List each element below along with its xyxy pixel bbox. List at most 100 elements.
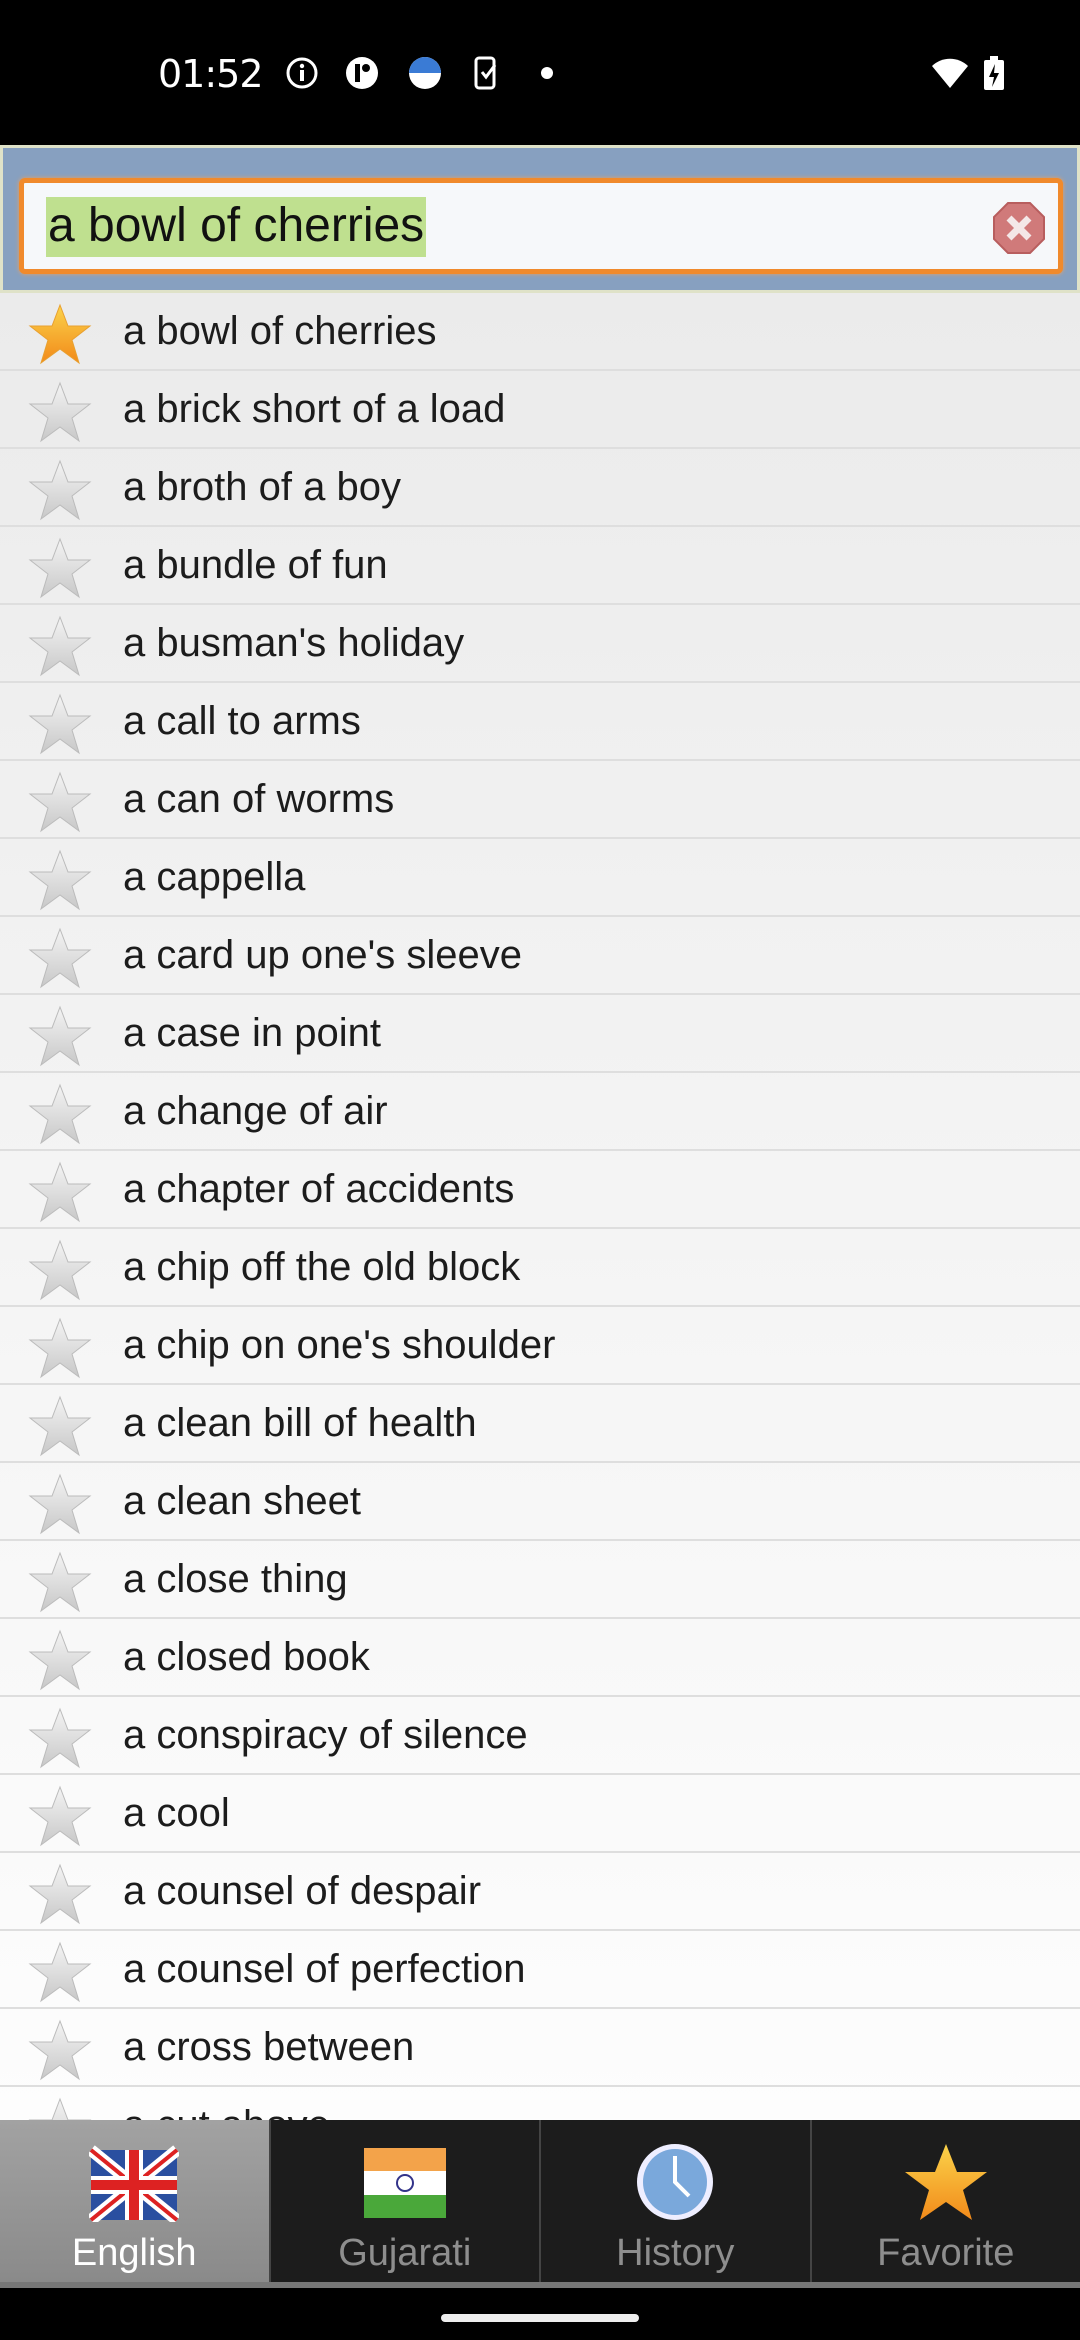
home-indicator[interactable] [441, 2314, 639, 2322]
tab-label: Favorite [877, 2232, 1015, 2274]
phrase-label: a chapter of accidents [123, 1167, 515, 1211]
phrase-label: a cross between [123, 2025, 415, 2069]
phrase-label: a conspiracy of silence [123, 1713, 528, 1757]
phrase-label: a close thing [123, 1557, 348, 1601]
list-item[interactable]: a chapter of accidents [0, 1151, 1080, 1229]
star-outline-icon[interactable] [28, 771, 92, 835]
wifi-icon [932, 58, 968, 88]
phrase-label: a change of air [123, 1089, 388, 1133]
phone-check-icon [474, 56, 497, 90]
star-outline-icon[interactable] [28, 1863, 92, 1927]
tab-english[interactable]: English [0, 2120, 271, 2282]
tab-label: English [71, 2232, 197, 2274]
tab-history[interactable]: History [541, 2120, 812, 2282]
phrase-label: a clean sheet [123, 1479, 361, 1523]
star-outline-icon[interactable] [28, 381, 92, 445]
star-outline-icon[interactable] [28, 1941, 92, 2005]
list-item[interactable]: a bundle of fun [0, 527, 1080, 605]
dot-icon [541, 67, 553, 79]
star-outline-icon[interactable] [28, 1785, 92, 1849]
phrase-label: a bundle of fun [123, 543, 388, 587]
list-item[interactable]: a chip on one's shoulder [0, 1307, 1080, 1385]
star-outline-icon[interactable] [28, 1005, 92, 1069]
phrase-label: a call to arms [123, 699, 361, 743]
search-input[interactable]: a bowl of cherries [19, 178, 1063, 274]
phrase-label: a closed book [123, 1635, 370, 1679]
star-outline-icon[interactable] [28, 1629, 92, 1693]
phrase-label: a counsel of despair [123, 1869, 482, 1913]
bottom-nav: English Gujarati History Favorite [0, 2120, 1080, 2288]
clock-icon [637, 2144, 714, 2220]
list-item[interactable]: a closed book [0, 1619, 1080, 1697]
phrase-label: a cappella [123, 855, 306, 899]
list-item[interactable]: a clean sheet [0, 1463, 1080, 1541]
list-item[interactable]: a can of worms [0, 761, 1080, 839]
star-outline-icon[interactable] [28, 1473, 92, 1537]
list-item[interactable]: a counsel of despair [0, 1853, 1080, 1931]
list-item[interactable]: a clean bill of health [0, 1385, 1080, 1463]
star-outline-icon[interactable] [28, 1161, 92, 1225]
star-outline-icon[interactable] [28, 1707, 92, 1771]
list-item[interactable]: a card up one's sleeve [0, 917, 1080, 995]
list-item[interactable]: a cappella [0, 839, 1080, 917]
star-outline-icon[interactable] [28, 2019, 92, 2083]
phrase-label: a case in point [123, 1011, 381, 1055]
phrase-label: a card up one's sleeve [123, 933, 523, 977]
phrase-label: a chip off the old block [123, 1245, 521, 1289]
list-item[interactable]: a busman's holiday [0, 605, 1080, 683]
star-outline-icon[interactable] [28, 537, 92, 601]
phrase-list[interactable]: a bowl of cherries a brick short of a loa… [0, 293, 1080, 2120]
list-item[interactable]: a close thing [0, 1541, 1080, 1619]
phrase-label: a brick short of a load [123, 387, 506, 431]
clear-icon[interactable] [992, 201, 1046, 255]
list-item[interactable]: a change of air [0, 1073, 1080, 1151]
list-item[interactable]: a call to arms [0, 683, 1080, 761]
star-filled-icon[interactable] [28, 303, 92, 367]
phrase-label: a clean bill of health [123, 1401, 477, 1445]
phrase-label: a broth of a boy [123, 465, 401, 509]
status-time: 01:52 [158, 52, 264, 96]
star-outline-icon[interactable] [28, 1317, 92, 1381]
status-bar: 01:52 [0, 0, 1080, 145]
tab-label: History [616, 2232, 735, 2274]
list-item[interactable]: a conspiracy of silence [0, 1697, 1080, 1775]
tab-label: Gujarati [338, 2232, 472, 2274]
phrase-label: a bowl of cherries [123, 309, 437, 353]
phrase-label: a counsel of perfection [123, 1947, 526, 1991]
list-item[interactable]: a brick short of a load [0, 371, 1080, 449]
star-outline-icon[interactable] [28, 693, 92, 757]
app-icon [346, 57, 378, 89]
list-item[interactable]: a cool [0, 1775, 1080, 1853]
star-outline-icon[interactable] [28, 1239, 92, 1303]
star-outline-icon[interactable] [28, 927, 92, 991]
list-item[interactable]: a cut above [0, 2087, 1080, 2120]
list-item[interactable]: a chip off the old block [0, 1229, 1080, 1307]
star-outline-icon[interactable] [28, 615, 92, 679]
star-outline-icon[interactable] [28, 2097, 92, 2120]
list-item[interactable]: a broth of a boy [0, 449, 1080, 527]
search-value[interactable]: a bowl of cherries [46, 197, 427, 257]
phrase-label: a chip on one's shoulder [123, 1323, 556, 1367]
list-item[interactable]: a bowl of cherries [0, 293, 1080, 371]
uk-flag-icon [89, 2145, 180, 2222]
phrase-label: a cool [123, 1791, 230, 1835]
star-icon [904, 2144, 987, 2220]
test-calendar-icon [409, 57, 441, 89]
phrase-label: a cut above [123, 2087, 330, 2120]
star-outline-icon[interactable] [28, 1083, 92, 1147]
tab-favorite[interactable]: Favorite [812, 2120, 1080, 2282]
star-outline-icon[interactable] [28, 1551, 92, 1615]
phrase-label: a busman's holiday [123, 621, 465, 665]
search-header: a bowl of cherries [0, 145, 1080, 293]
battery-charging-icon [984, 56, 1004, 90]
star-outline-icon[interactable] [28, 459, 92, 523]
india-flag-icon [363, 2148, 446, 2218]
star-outline-icon[interactable] [28, 849, 92, 913]
tab-gujarati[interactable]: Gujarati [271, 2120, 541, 2282]
list-item[interactable]: a cross between [0, 2009, 1080, 2087]
list-item[interactable]: a case in point [0, 995, 1080, 1073]
info-icon [286, 57, 318, 89]
list-item[interactable]: a counsel of perfection [0, 1931, 1080, 2009]
star-outline-icon[interactable] [28, 1395, 92, 1459]
phrase-label: a can of worms [123, 777, 395, 821]
